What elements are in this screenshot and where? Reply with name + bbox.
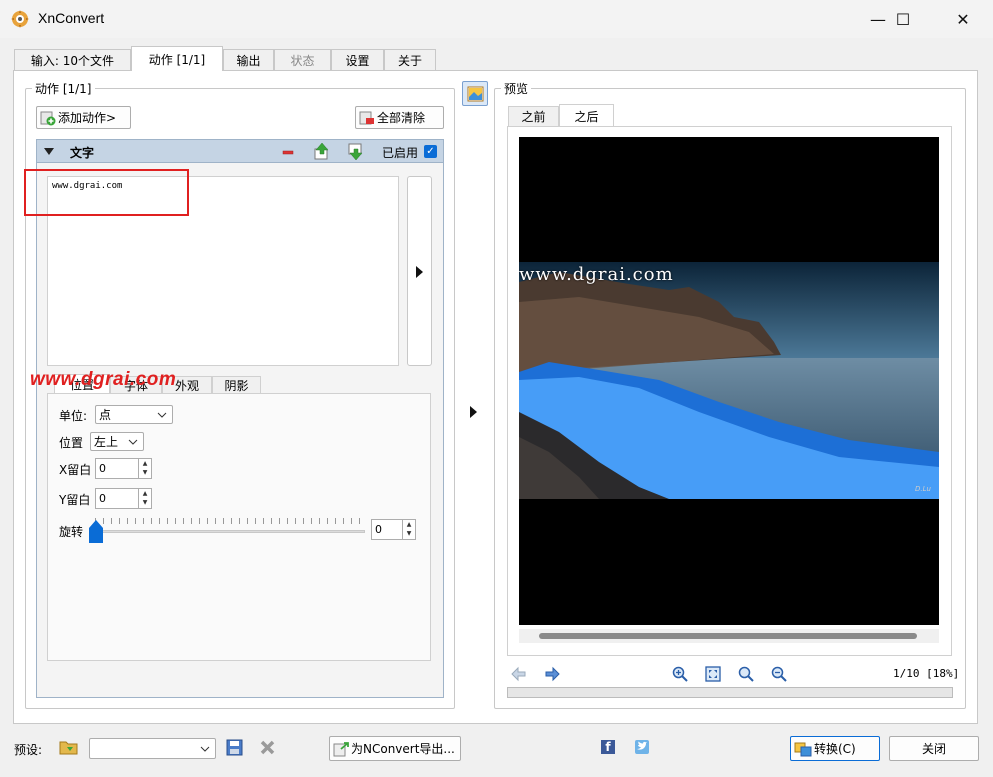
tab-output[interactable]: 输出: [223, 49, 274, 70]
fit-to-window-icon[interactable]: [705, 666, 721, 682]
picture-icon: [467, 86, 484, 102]
remove-action-icon[interactable]: [282, 146, 294, 158]
y-margin-value: 0: [99, 492, 106, 505]
watermark-overlay-text: www.dgrai.com: [30, 369, 177, 390]
rotation-slider-ticks: [95, 518, 365, 524]
zoom-in-icon[interactable]: [672, 666, 688, 682]
tab-before[interactable]: 之前: [508, 106, 559, 126]
x-margin-value: 0: [99, 462, 106, 475]
text-options-button[interactable]: [407, 176, 432, 366]
position-select[interactable]: 左上: [90, 432, 144, 451]
xnconvert-app-icon: [11, 10, 29, 28]
unit-value: 点: [99, 408, 112, 422]
scrollbar-thumb[interactable]: [539, 633, 917, 639]
tab-actions[interactable]: 动作 [1/1]: [131, 46, 223, 71]
preview-group-title: 预览: [501, 80, 532, 97]
enabled-label: 已启用: [382, 146, 419, 160]
window-title: XnConvert: [38, 10, 105, 26]
unit-label: 单位:: [59, 409, 88, 423]
close-window-button[interactable]: ✕: [940, 0, 986, 38]
convert-button[interactable]: 转换(C): [790, 736, 880, 761]
clear-all-label: 全部清除: [377, 111, 426, 125]
horizontal-scrollbar[interactable]: [519, 629, 939, 643]
progress-bar: [507, 687, 953, 698]
open-folder-icon[interactable]: [59, 738, 79, 756]
arrow-right-icon: [416, 266, 423, 278]
twitter-icon[interactable]: [635, 740, 649, 754]
rotation-value: 0: [375, 523, 382, 536]
y-margin-spinbox[interactable]: 0 ▲ ▼: [95, 488, 152, 509]
preview-status: 1/10 [18%]: [893, 667, 960, 680]
convert-icon: [794, 742, 812, 756]
zoom-out-icon[interactable]: [771, 666, 787, 682]
export-nconvert-label: 为NConvert导出...: [351, 742, 455, 756]
arrow-right-icon[interactable]: [470, 406, 477, 418]
add-action-button[interactable]: 添加动作>: [36, 106, 131, 129]
tab-after[interactable]: 之后: [559, 104, 614, 127]
add-action-label: 添加动作>: [58, 111, 117, 125]
rotation-label: 旋转: [59, 525, 84, 539]
spin-arrows-icon[interactable]: ▲ ▼: [138, 459, 151, 478]
preset-label: 预设:: [14, 743, 43, 757]
save-icon[interactable]: [226, 739, 243, 756]
rotation-slider-thumb[interactable]: [89, 520, 103, 544]
position-label: 位置: [59, 436, 84, 450]
position-value: 左上: [94, 435, 119, 449]
preview-image-area: www.dgrai.com D.Lu: [519, 137, 939, 625]
preview-photo: [519, 262, 939, 499]
x-margin-label: X留白: [59, 463, 92, 477]
chevron-down-icon: [128, 439, 138, 445]
actual-size-icon[interactable]: [738, 666, 754, 682]
clear-icon: [359, 111, 374, 124]
tab-status[interactable]: 状态: [274, 49, 331, 70]
tab-input[interactable]: 输入: 10个文件: [14, 49, 131, 70]
chevron-down-icon: [157, 412, 167, 418]
unit-select[interactable]: 点: [95, 405, 173, 424]
delete-icon[interactable]: [259, 739, 276, 756]
next-arrow-icon[interactable]: [544, 666, 560, 682]
clear-all-button[interactable]: 全部清除: [355, 106, 444, 129]
action-name: 文字: [70, 146, 95, 160]
close-button[interactable]: 关闭: [889, 736, 979, 761]
spin-arrows-icon[interactable]: ▲ ▼: [138, 489, 151, 508]
title-bar: XnConvert — ☐ ✕: [0, 0, 993, 38]
highlight-box: [24, 169, 189, 216]
export-icon: [333, 741, 349, 756]
preview-overlay-text: www.dgrai.com: [519, 264, 674, 285]
y-margin-label: Y留白: [59, 493, 91, 507]
actions-group-title: 动作 [1/1]: [32, 80, 95, 97]
move-down-icon[interactable]: [347, 143, 365, 160]
chevron-down-icon: [200, 746, 210, 752]
photo-signature: D.Lu: [915, 485, 931, 493]
enabled-checkbox[interactable]: ✓: [424, 145, 437, 158]
previous-arrow-icon[interactable]: [511, 666, 527, 682]
x-margin-spinbox[interactable]: 0 ▲ ▼: [95, 458, 152, 479]
rotation-slider-track[interactable]: [95, 530, 365, 533]
preset-select[interactable]: [89, 738, 216, 759]
maximize-button[interactable]: ☐: [880, 0, 926, 38]
move-up-icon[interactable]: [313, 143, 331, 160]
add-icon: [40, 111, 56, 125]
export-nconvert-button[interactable]: 为NConvert导出...: [329, 736, 461, 761]
rotation-spinbox[interactable]: 0 ▲ ▼: [371, 519, 416, 540]
collapse-triangle-icon[interactable]: [44, 148, 54, 156]
action-item-header[interactable]: 文字 已启用 ✓: [36, 139, 444, 163]
tab-about[interactable]: 关于: [384, 49, 436, 70]
toggle-preview-button[interactable]: [462, 81, 488, 106]
twitter-bird-icon: [637, 741, 647, 750]
facebook-icon[interactable]: f: [601, 740, 615, 754]
subtab-shadow[interactable]: 阴影: [212, 376, 261, 394]
spin-arrows-icon[interactable]: ▲ ▼: [402, 520, 415, 539]
convert-label: 转换(C): [814, 742, 856, 756]
tab-settings[interactable]: 设置: [331, 49, 384, 70]
